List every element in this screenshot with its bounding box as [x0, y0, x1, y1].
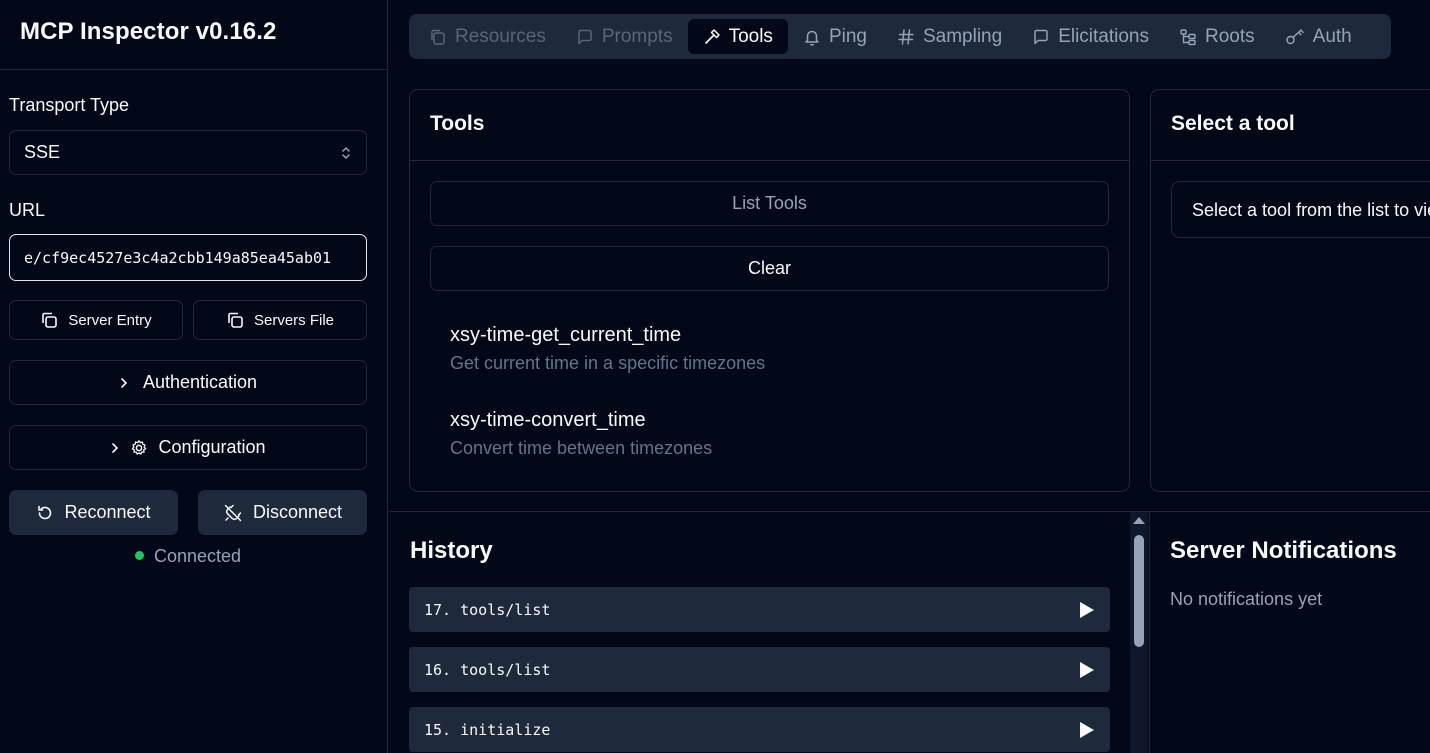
tab-prompts[interactable]: Prompts: [561, 19, 688, 54]
folder-tree-icon: [1180, 28, 1196, 45]
tab-resources[interactable]: Resources: [414, 19, 561, 54]
server-entry-button[interactable]: Server Entry: [9, 300, 183, 340]
server-entry-label: Server Entry: [68, 311, 152, 329]
tool-item[interactable]: xsy-time-convert_time Convert time betwe…: [450, 409, 712, 459]
tool-details-title: Select a tool: [1151, 90, 1430, 161]
tab-tools[interactable]: Tools: [687, 19, 788, 54]
authentication-label: Authentication: [142, 372, 258, 392]
history-title: History: [410, 537, 493, 564]
history-row-label: 17. tools/list: [424, 600, 551, 619]
tool-details-panel: Select a tool Select a tool from the lis…: [1150, 89, 1430, 492]
tab-elicitations-label: Elicitations: [1058, 25, 1150, 47]
copy-icon: [228, 312, 243, 328]
play-icon[interactable]: [1080, 661, 1094, 678]
status-dot-icon: [134, 550, 144, 560]
settings-gear-icon: [132, 439, 147, 455]
transport-type-label: Transport Type: [9, 95, 130, 115]
tab-auth-label: Auth: [1312, 25, 1352, 47]
tab-sampling[interactable]: Sampling: [882, 19, 1017, 54]
hammer-icon: [704, 28, 720, 44]
tab-roots[interactable]: Roots: [1164, 19, 1270, 54]
reconnect-button[interactable]: Reconnect: [9, 490, 178, 535]
tab-ping-label: Ping: [828, 25, 867, 47]
rotate-ccw-icon: [38, 505, 52, 519]
tab-tools-label: Tools: [728, 25, 773, 47]
message-square-icon: [1034, 29, 1048, 44]
unplug-icon: [224, 504, 242, 521]
servers-file-button[interactable]: Servers File: [193, 300, 367, 340]
history-row-label: 15. initialize: [424, 720, 551, 739]
connection-status: Connected: [0, 546, 376, 567]
tool-item[interactable]: xsy-time-get_current_time Get current ti…: [450, 324, 765, 374]
clear-button[interactable]: Clear: [430, 246, 1109, 291]
main-tabs: Resources Prompts Tools Ping Sampling El…: [409, 14, 1391, 59]
chevron-right-icon: [121, 377, 127, 388]
authentication-toggle[interactable]: Authentication: [9, 360, 367, 405]
url-input[interactable]: [9, 234, 367, 281]
tools-panel-title: Tools: [410, 90, 1129, 161]
history-row[interactable]: 17. tools/list: [409, 587, 1110, 632]
copy-icon: [42, 312, 58, 328]
transport-type-select[interactable]: SSE: [9, 130, 367, 175]
servers-file-label: Servers File: [253, 311, 335, 329]
vertical-divider[interactable]: [1149, 512, 1150, 753]
history-row[interactable]: 15. initialize: [409, 707, 1110, 752]
sidebar-header: MCP Inspector v0.16.2: [0, 0, 387, 70]
status-text: Connected: [153, 546, 242, 566]
select-tool-hint: Select a tool from the list to view: [1171, 181, 1430, 238]
tab-ping[interactable]: Ping: [788, 19, 882, 54]
chevron-right-icon: [112, 442, 119, 453]
reconnect-label: Reconnect: [64, 502, 151, 522]
files-icon: [431, 29, 445, 45]
disconnect-button[interactable]: Disconnect: [198, 490, 367, 535]
hash-icon: [898, 28, 914, 45]
horizontal-divider[interactable]: [389, 511, 1430, 512]
tool-name: xsy-time-get_current_time: [450, 324, 682, 346]
history-row-label: 16. tools/list: [424, 660, 551, 679]
message-square-icon: [578, 29, 592, 44]
tab-resources-label: Resources: [455, 25, 546, 47]
play-icon[interactable]: [1080, 721, 1094, 738]
tab-prompts-label: Prompts: [601, 25, 673, 47]
url-label: URL: [9, 200, 46, 220]
sidebar: MCP Inspector v0.16.2 Transport Type SSE…: [0, 0, 388, 753]
list-tools-label: List Tools: [732, 193, 807, 213]
scroll-up-arrow-icon[interactable]: [1133, 517, 1145, 524]
history-row[interactable]: 16. tools/list: [409, 647, 1110, 692]
play-icon[interactable]: [1080, 601, 1094, 618]
scrollbar-thumb[interactable]: [1134, 535, 1144, 647]
notifications-empty-text: No notifications yet: [1170, 589, 1323, 609]
tab-sampling-label: Sampling: [922, 25, 1003, 47]
configuration-label: Configuration: [158, 437, 266, 457]
list-tools-button[interactable]: List Tools: [430, 181, 1109, 226]
configuration-toggle[interactable]: Configuration: [9, 425, 367, 470]
tool-description: Get current time in a specific timezones: [450, 353, 766, 373]
disconnect-label: Disconnect: [252, 502, 343, 522]
tools-panel: Tools List Tools Clear xsy-time-get_curr…: [409, 89, 1130, 492]
tab-auth[interactable]: Auth: [1270, 19, 1367, 54]
clear-label: Clear: [747, 258, 791, 278]
server-notifications-title: Server Notifications: [1170, 537, 1397, 564]
tool-name: xsy-time-convert_time: [450, 409, 646, 431]
chevrons-up-down-icon: [342, 146, 350, 159]
tab-elicitations[interactable]: Elicitations: [1017, 19, 1164, 54]
tool-description: Convert time between timezones: [450, 438, 713, 458]
key-icon: [1285, 28, 1304, 44]
transport-type-value: SSE: [24, 142, 61, 162]
bell-icon: [805, 30, 819, 46]
tab-roots-label: Roots: [1205, 25, 1255, 47]
app-root: MCP Inspector v0.16.2 Transport Type SSE…: [0, 0, 1430, 753]
app-title: MCP Inspector v0.16.2: [20, 18, 277, 45]
